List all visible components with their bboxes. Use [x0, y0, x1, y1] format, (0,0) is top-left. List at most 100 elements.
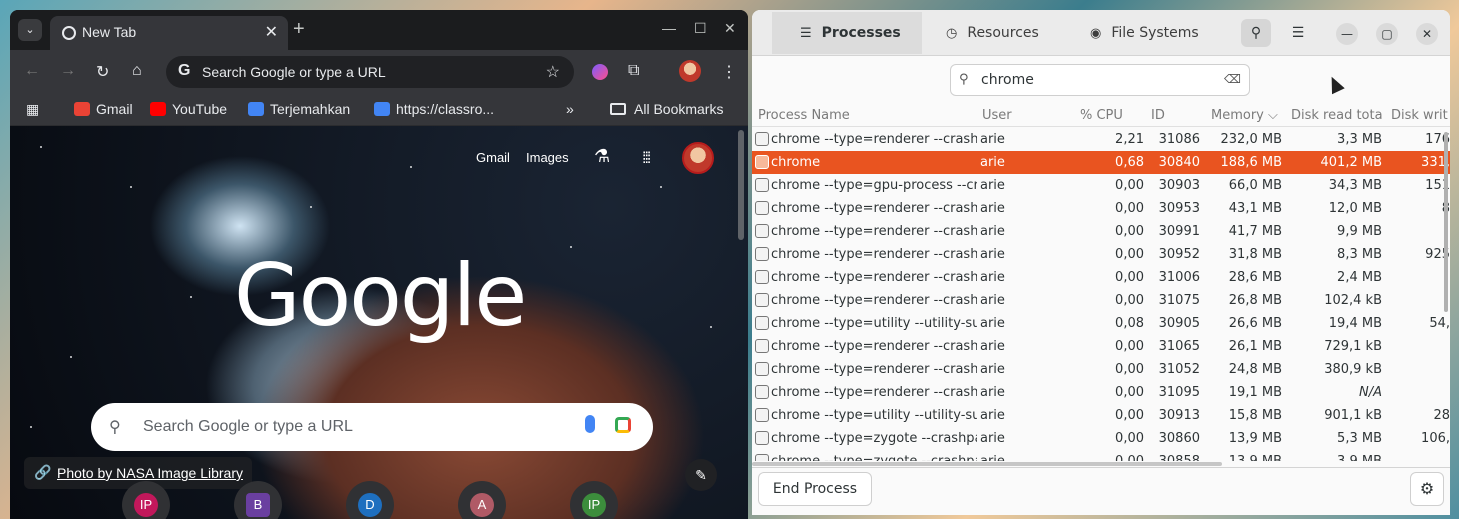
- minimize-button[interactable]: —: [662, 20, 676, 36]
- star: [310, 206, 312, 208]
- back-button[interactable]: ←: [24, 62, 40, 80]
- table-row[interactable]: chrome --type=renderer --crash arie 0,00 31…: [752, 358, 1450, 381]
- home-button[interactable]: ⌂: [132, 62, 142, 80]
- process-name-cell: chrome --type=renderer --crash: [771, 339, 977, 354]
- search-icon: ⚲: [109, 419, 121, 436]
- list-icon: ☰: [800, 26, 812, 41]
- shortcut-tile[interactable]: B: [234, 481, 282, 519]
- tab-new-tab[interactable]: New Tab ✕: [50, 16, 288, 50]
- col-id[interactable]: ID: [1151, 108, 1205, 123]
- star: [30, 426, 32, 428]
- link-icon: 🔗: [34, 464, 52, 480]
- col-disk-read[interactable]: Disk read tota: [1291, 108, 1385, 123]
- bookmark-star-icon[interactable]: ☆: [546, 62, 560, 82]
- process-icon: [755, 132, 769, 146]
- disk-write-cell: 54,: [1429, 316, 1450, 331]
- shortcut-icon: A: [470, 493, 494, 517]
- tab-strip: ⌄ New Tab ✕ + — ☐ ✕: [10, 10, 748, 50]
- process-search-input[interactable]: ⚲ chrome ⌫: [950, 64, 1250, 96]
- table-row[interactable]: chrome --type=renderer --crash arie 0,00 30…: [752, 197, 1450, 220]
- col-cpu[interactable]: % CPU: [1080, 108, 1146, 123]
- tab-search-button[interactable]: ⌄: [18, 19, 42, 41]
- clear-search-icon[interactable]: ⌫: [1224, 72, 1241, 86]
- table-row[interactable]: chrome --type=utility --utility-su arie 0,…: [752, 312, 1450, 335]
- shortcut-icon: B: [246, 493, 270, 517]
- col-disk-write[interactable]: Disk writ: [1391, 108, 1450, 123]
- bookmark-classroom[interactable]: https://classro...: [374, 101, 494, 117]
- process-icon: [755, 316, 769, 330]
- vertical-scrollbar[interactable]: [1444, 132, 1448, 312]
- table-row[interactable]: chrome --type=renderer --crash arie 2,21 31…: [752, 128, 1450, 151]
- disk-read-cell: N/A: [1359, 385, 1382, 400]
- maximize-button[interactable]: ☐: [694, 20, 707, 37]
- end-process-button[interactable]: End Process: [758, 472, 872, 506]
- page-scrollbar[interactable]: [738, 130, 744, 240]
- table-row[interactable]: chrome --type=renderer --crash arie 0,00 31…: [752, 289, 1450, 312]
- col-user[interactable]: User: [982, 108, 1072, 123]
- profile-avatar[interactable]: [679, 60, 701, 82]
- apps-grid-icon[interactable]: ▦: [26, 101, 39, 118]
- extension-icon[interactable]: [592, 64, 608, 80]
- bookmark-youtube[interactable]: YouTube: [150, 101, 227, 117]
- table-row[interactable]: chrome --type=renderer --crash arie 0,00 31…: [752, 381, 1450, 404]
- user-cell: arie: [980, 132, 1005, 147]
- tab-processes[interactable]: ☰ Processes: [772, 12, 922, 54]
- address-bar[interactable]: G Search Google or type a URL ☆: [166, 56, 574, 88]
- gear-icon[interactable]: ⚙: [1410, 472, 1444, 506]
- menu-dots-icon[interactable]: ⋮: [721, 62, 737, 82]
- table-row[interactable]: chrome --type=renderer --crash arie 0,00 31…: [752, 335, 1450, 358]
- photo-credit-text[interactable]: Photo by NASA Image Library: [57, 465, 243, 481]
- all-bookmarks-button[interactable]: All Bookmarks: [610, 101, 723, 117]
- star: [190, 296, 192, 298]
- account-avatar[interactable]: [682, 142, 714, 174]
- col-memory[interactable]: Memory ⌵: [1211, 108, 1287, 123]
- table-row[interactable]: chrome --type=utility --utility-su arie 0,…: [752, 404, 1450, 427]
- cpu-cell: 0,00: [1115, 270, 1144, 285]
- bookmark-terjemahkan[interactable]: Terjemahkan: [248, 101, 350, 117]
- search-toggle-button[interactable]: ⚲: [1241, 19, 1271, 47]
- disk-icon: ◉: [1090, 26, 1102, 41]
- reload-button[interactable]: ↻: [96, 62, 109, 82]
- microphone-icon[interactable]: [585, 415, 595, 433]
- labs-flask-icon[interactable]: ⚗: [594, 146, 610, 167]
- memory-cell: 26,6 MB: [1228, 316, 1282, 331]
- customize-pencil-icon[interactable]: ✎: [685, 459, 717, 491]
- close-button[interactable]: ✕: [1416, 23, 1438, 45]
- table-row[interactable]: chrome --type=renderer --crash arie 0,00 30…: [752, 220, 1450, 243]
- bookmark-gmail[interactable]: Gmail: [74, 101, 133, 117]
- gmail-link[interactable]: Gmail: [476, 150, 510, 165]
- google-apps-icon[interactable]: ⁞⁞⁞: [642, 150, 651, 168]
- google-lens-icon[interactable]: [615, 417, 631, 433]
- extensions-puzzle-icon[interactable]: ⧉: [628, 62, 639, 80]
- new-tab-button[interactable]: +: [293, 18, 305, 41]
- shortcut-tile[interactable]: A: [458, 481, 506, 519]
- process-name-cell: chrome --type=renderer --crash: [771, 385, 977, 400]
- table-row[interactable]: chrome arie 0,68 30840 188,6 MB 401,2 MB 331,: [752, 151, 1450, 174]
- hamburger-menu-button[interactable]: ☰: [1283, 19, 1313, 47]
- table-row[interactable]: chrome --type=renderer --crash arie 0,00 31…: [752, 266, 1450, 289]
- process-icon: [755, 270, 769, 284]
- horizontal-scrollbar[interactable]: [752, 462, 1222, 466]
- pid-cell: 31075: [1158, 293, 1200, 308]
- process-icon: [755, 454, 769, 461]
- pid-cell: 30860: [1158, 431, 1200, 446]
- bookmarks-more-button[interactable]: »: [566, 101, 574, 117]
- shortcut-tile[interactable]: IP: [570, 481, 618, 519]
- col-process-name[interactable]: Process Name: [758, 108, 978, 123]
- user-cell: arie: [980, 339, 1005, 354]
- close-window-button[interactable]: ✕: [724, 20, 736, 37]
- ntp-search-box[interactable]: ⚲ Search Google or type a URL: [91, 403, 653, 451]
- images-link[interactable]: Images: [526, 150, 569, 165]
- tab-resources[interactable]: ◷ Resources: [946, 12, 1039, 54]
- table-row[interactable]: chrome --type=renderer --crash arie 0,00 30…: [752, 243, 1450, 266]
- maximize-button[interactable]: ▢: [1376, 23, 1398, 45]
- shortcut-tile[interactable]: D: [346, 481, 394, 519]
- table-row[interactable]: chrome --type=zygote --crashpaarie0,0030…: [752, 450, 1450, 461]
- tab-close-icon[interactable]: ✕: [265, 22, 278, 42]
- forward-button[interactable]: →: [60, 62, 76, 80]
- table-row[interactable]: chrome --type=zygote --crashpaarie0,0030…: [752, 427, 1450, 450]
- tab-file-systems[interactable]: ◉ File Systems: [1090, 12, 1199, 54]
- table-row[interactable]: chrome --type=gpu-process --cr arie 0,00 30…: [752, 174, 1450, 197]
- address-bar-placeholder: Search Google or type a URL: [202, 64, 386, 80]
- minimize-button[interactable]: —: [1336, 23, 1358, 45]
